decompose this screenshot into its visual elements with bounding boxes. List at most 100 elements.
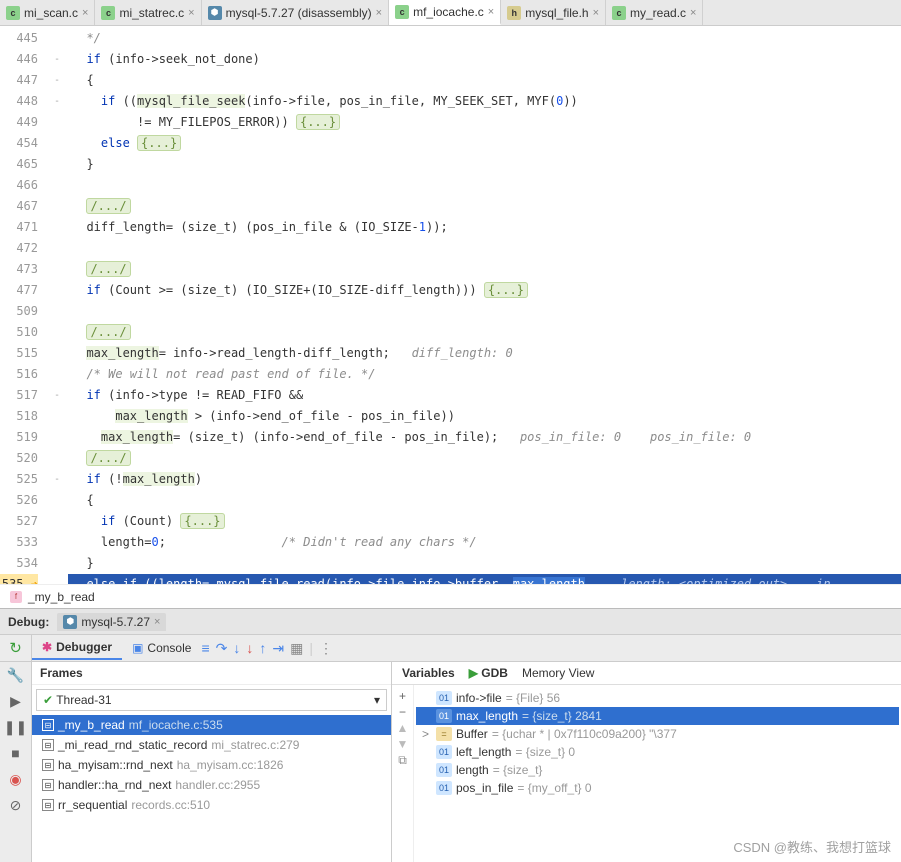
up-icon[interactable]: ▲ — [397, 721, 409, 735]
tab-console[interactable]: ▣ Console — [122, 637, 201, 659]
chevron-right-icon[interactable]: > — [422, 727, 432, 741]
file-type-icon: c — [101, 6, 115, 20]
editor-tab[interactable]: cmi_scan.c× — [0, 0, 95, 25]
frame-item[interactable]: ⊟_mi_read_rnd_static_record mi_statrec.c… — [32, 735, 391, 755]
editor-tab[interactable]: ⬢mysql-5.7.27 (disassembly)× — [202, 0, 389, 25]
run-to-cursor-icon[interactable]: ⇥ — [272, 640, 284, 657]
debug-config-tab[interactable]: ⬢ mysql-5.7.27 × — [57, 613, 166, 631]
close-icon[interactable]: × — [593, 7, 599, 19]
code-line[interactable]: if (info->type != READ_FIFO && — [68, 385, 901, 406]
app-icon: ⬢ — [63, 615, 77, 629]
variable-row[interactable]: 01info->file = {File} 56 — [416, 689, 899, 707]
code-line[interactable]: if (Count) {...} — [68, 511, 901, 532]
code-line[interactable]: != MY_FILEPOS_ERROR)) {...} — [68, 112, 901, 133]
tab-variables[interactable]: Variables — [402, 666, 455, 680]
frame-item[interactable]: ⊟_my_b_read mf_iocache.c:535 — [32, 715, 391, 735]
var-badge-icon: 01 — [436, 763, 452, 777]
variable-row[interactable]: 01pos_in_file = {my_off_t} 0 — [416, 779, 899, 797]
copy-icon[interactable]: ⧉ — [398, 753, 407, 768]
variable-row[interactable]: >=Buffer = {uchar * | 0x7f110c09a200} "\… — [416, 725, 899, 743]
tab-label: mf_iocache.c — [413, 5, 484, 19]
variable-row[interactable]: 01max_length = {size_t} 2841 — [416, 707, 899, 725]
code-line[interactable]: /.../ — [68, 259, 901, 280]
frames-list[interactable]: ⊟_my_b_read mf_iocache.c:535⊟_mi_read_rn… — [32, 715, 391, 862]
rerun-icon[interactable]: ↻ — [9, 639, 22, 657]
frames-title: Frames — [32, 662, 391, 685]
close-icon[interactable]: × — [154, 616, 160, 628]
tab-memory[interactable]: Memory View — [522, 666, 594, 680]
resume-icon[interactable]: ▶ — [0, 688, 31, 714]
add-watch-icon[interactable]: + — [399, 689, 406, 703]
thread-selector[interactable]: ✔ Thread-31 ▾ — [36, 689, 387, 711]
frame-item[interactable]: ⊟rr_sequential records.cc:510 — [32, 795, 391, 815]
variables-list[interactable]: 01info->file = {File} 5601max_length = {… — [414, 685, 901, 862]
step-into-icon[interactable]: ↓ — [233, 640, 240, 656]
close-icon[interactable]: × — [188, 7, 194, 19]
code-line[interactable]: */ — [68, 28, 901, 49]
threads-icon[interactable]: ≡ — [201, 640, 209, 656]
code-line[interactable]: /* We will not read past end of file. */ — [68, 364, 901, 385]
code-line[interactable]: else if ((length= mysql_file_read(info->… — [68, 574, 901, 584]
editor-tab[interactable]: cmy_read.c× — [606, 0, 703, 25]
debug-label: Debug: — [8, 615, 49, 629]
code-area[interactable]: */ if (info->seek_not_done) { if ((mysql… — [68, 26, 901, 584]
code-line[interactable]: max_length > (info->end_of_file - pos_in… — [68, 406, 901, 427]
code-line[interactable]: max_length= info->read_length-diff_lengt… — [68, 343, 901, 364]
variable-row[interactable]: 01left_length = {size_t} 0 — [416, 743, 899, 761]
step-out-icon[interactable]: ↑ — [259, 640, 266, 656]
tab-label: mysql-5.7.27 (disassembly) — [226, 6, 372, 20]
code-line[interactable]: length=0; /* Didn't read any chars */ — [68, 532, 901, 553]
frame-icon: ⊟ — [42, 719, 54, 731]
variable-row[interactable]: 01length = {size_t} — [416, 761, 899, 779]
force-step-into-icon[interactable]: ↓ — [246, 640, 253, 656]
tab-debugger[interactable]: ✱ Debugger — [32, 636, 122, 660]
tab-label: my_read.c — [630, 6, 686, 20]
frame-icon: ⊟ — [42, 739, 54, 751]
stop-icon[interactable]: ■ — [0, 740, 31, 766]
settings-tool-icon[interactable]: 🔧 — [0, 662, 31, 688]
chevron-down-icon: ▾ — [374, 693, 380, 707]
fold-gutter: ----- — [46, 26, 68, 584]
frame-item[interactable]: ⊟handler::ha_rnd_next handler.cc:2955 — [32, 775, 391, 795]
settings-icon[interactable]: ⋮ — [319, 640, 333, 657]
step-over-icon[interactable]: ↷ — [216, 640, 228, 657]
tab-label: mysql_file.h — [525, 6, 588, 20]
code-line[interactable] — [68, 238, 901, 259]
close-icon[interactable]: × — [82, 7, 88, 19]
code-line[interactable] — [68, 175, 901, 196]
code-line[interactable]: { — [68, 70, 901, 91]
code-line[interactable]: if (info->seek_not_done) — [68, 49, 901, 70]
close-icon[interactable]: × — [488, 6, 494, 18]
editor-tab[interactable]: cmf_iocache.c× — [389, 0, 501, 25]
editor-tab[interactable]: hmysql_file.h× — [501, 0, 606, 25]
mute-breakpoints-icon[interactable]: ⊘ — [0, 792, 31, 818]
bug-icon: ✱ — [42, 640, 52, 654]
debug-side-tools: 🔧 ▶ ❚❚ ■ ◉ ⊘ — [0, 662, 32, 862]
code-line[interactable]: } — [68, 553, 901, 574]
close-icon[interactable]: × — [690, 7, 696, 19]
remove-watch-icon[interactable]: − — [399, 705, 406, 719]
tab-gdb[interactable]: ▶ GDB — [469, 666, 508, 680]
line-gutter: 4454464474484494544654664674714724734775… — [0, 26, 46, 584]
code-line[interactable]: max_length= (size_t) (info->end_of_file … — [68, 427, 901, 448]
frame-item[interactable]: ⊟ha_myisam::rnd_next ha_myisam.cc:1826 — [32, 755, 391, 775]
code-line[interactable]: /.../ — [68, 322, 901, 343]
down-icon[interactable]: ▼ — [397, 737, 409, 751]
code-line[interactable]: { — [68, 490, 901, 511]
editor-tab[interactable]: cmi_statrec.c× — [95, 0, 201, 25]
close-icon[interactable]: × — [376, 7, 382, 19]
evaluate-icon[interactable]: ▦ — [290, 640, 303, 657]
code-line[interactable]: diff_length= (size_t) (pos_in_file & (IO… — [68, 217, 901, 238]
debug-body: 🔧 ▶ ❚❚ ■ ◉ ⊘ Frames ✔ Thread-31 ▾ ⊟_my_b… — [0, 662, 901, 862]
code-line[interactable]: if ((mysql_file_seek(info->file, pos_in_… — [68, 91, 901, 112]
code-line[interactable]: else {...} — [68, 133, 901, 154]
breadcrumb-func[interactable]: _my_b_read — [28, 590, 95, 604]
code-line[interactable]: if (Count >= (size_t) (IO_SIZE+(IO_SIZE-… — [68, 280, 901, 301]
code-line[interactable]: /.../ — [68, 448, 901, 469]
code-line[interactable]: if (!max_length) — [68, 469, 901, 490]
view-breakpoints-icon[interactable]: ◉ — [0, 766, 31, 792]
code-line[interactable]: /.../ — [68, 196, 901, 217]
code-line[interactable] — [68, 301, 901, 322]
pause-icon[interactable]: ❚❚ — [0, 714, 31, 740]
code-line[interactable]: } — [68, 154, 901, 175]
